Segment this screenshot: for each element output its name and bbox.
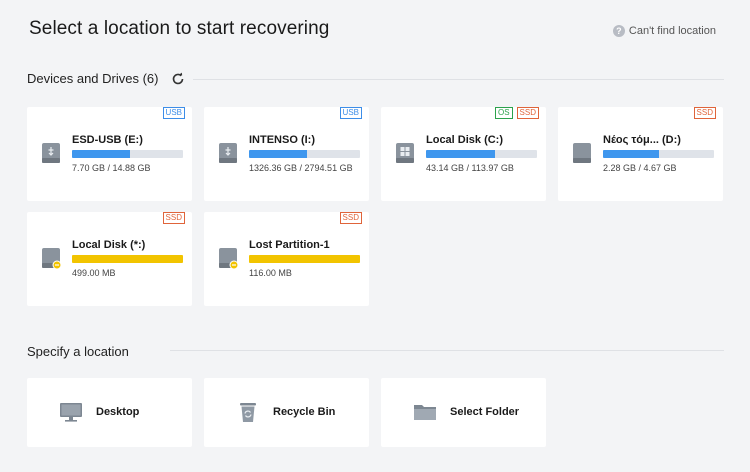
page-title: Select a location to start recovering bbox=[29, 18, 330, 39]
usb-badge: USB bbox=[162, 107, 185, 119]
specify-section-label: Specify a location bbox=[27, 344, 129, 359]
drive-badges: SSD bbox=[693, 107, 716, 119]
desktop-label: Desktop bbox=[96, 406, 140, 418]
drive-usage-fill bbox=[249, 150, 307, 158]
drive-badges: USB bbox=[162, 107, 185, 119]
usb-drive-icon bbox=[219, 143, 237, 163]
windows-drive-icon bbox=[396, 143, 414, 163]
drive-name: Νέος τόμ... (D:) bbox=[603, 134, 681, 146]
warning-drive-icon bbox=[219, 248, 239, 270]
refresh-icon[interactable] bbox=[171, 72, 185, 86]
specify-section-header: Specify a location bbox=[27, 344, 129, 359]
select-folder-location-card[interactable]: Select Folder bbox=[381, 378, 546, 447]
usb-drive-icon bbox=[42, 143, 60, 163]
ssd-badge: SSD bbox=[693, 107, 716, 119]
drive-size: 2.28 GB / 4.67 GB bbox=[603, 163, 677, 173]
drive-card[interactable]: OS SSD Local Disk (C:) 43.14 GB / 113.97… bbox=[381, 107, 546, 201]
cant-find-location-link[interactable]: ? Can't find location bbox=[612, 25, 716, 37]
drive-usage-fill bbox=[426, 150, 495, 158]
help-icon: ? bbox=[612, 25, 625, 37]
usb-badge: USB bbox=[339, 107, 362, 119]
drive-card[interactable]: SSD Local Disk (*:) 499.00 MB bbox=[27, 212, 192, 306]
drive-size: 499.00 MB bbox=[72, 268, 116, 278]
drive-usage-fill bbox=[249, 255, 360, 263]
drive-name: Local Disk (*:) bbox=[72, 239, 146, 251]
drive-size: 116.00 MB bbox=[249, 268, 292, 278]
specify-divider bbox=[170, 350, 724, 351]
drive-badges: OS SSD bbox=[494, 107, 539, 119]
drive-usage-bar bbox=[249, 255, 360, 263]
drive-badges: USB bbox=[339, 107, 362, 119]
drive-usage-bar bbox=[72, 255, 183, 263]
folder-icon bbox=[414, 405, 436, 420]
drive-usage-fill bbox=[72, 255, 183, 263]
drive-usage-fill bbox=[72, 150, 130, 158]
drive-name: Local Disk (C:) bbox=[426, 134, 504, 146]
os-badge: OS bbox=[494, 107, 513, 119]
warning-drive-icon bbox=[42, 248, 62, 270]
recycle-bin-label: Recycle Bin bbox=[273, 406, 336, 418]
drive-usage-bar bbox=[426, 150, 537, 158]
devices-section-header: Devices and Drives (6) bbox=[27, 71, 185, 86]
drive-usage-fill bbox=[603, 150, 659, 158]
drive-usage-bar bbox=[249, 150, 360, 158]
drive-card[interactable]: USB ESD-USB (E:) 7.70 GB / 14.88 GB bbox=[27, 107, 192, 201]
drive-name: INTENSO (I:) bbox=[249, 134, 315, 146]
drive-card[interactable]: SSD Νέος τόμ... (D:) 2.28 GB / 4.67 GB bbox=[558, 107, 723, 201]
drive-size: 7.70 GB / 14.88 GB bbox=[72, 163, 151, 173]
ssd-badge: SSD bbox=[516, 107, 539, 119]
hard-drive-icon bbox=[573, 143, 591, 163]
drive-card[interactable]: SSD Lost Partition-1 116.00 MB bbox=[204, 212, 369, 306]
drive-size: 43.14 GB / 113.97 GB bbox=[426, 163, 514, 173]
drive-usage-bar bbox=[603, 150, 714, 158]
devices-section-label: Devices and Drives (6) bbox=[27, 71, 159, 86]
drive-badges: SSD bbox=[162, 212, 185, 224]
recycle-bin-icon bbox=[240, 403, 256, 422]
select-folder-label: Select Folder bbox=[450, 406, 520, 418]
desktop-icon bbox=[60, 403, 82, 422]
cant-find-location-label: Can't find location bbox=[628, 25, 716, 37]
ssd-badge: SSD bbox=[162, 212, 185, 224]
drive-name: Lost Partition-1 bbox=[249, 239, 330, 251]
drive-badges: SSD bbox=[339, 212, 362, 224]
drive-name: ESD-USB (E:) bbox=[72, 134, 143, 146]
drive-card[interactable]: USB INTENSO (I:) 1326.36 GB / 2794.51 GB bbox=[204, 107, 369, 201]
drive-size: 1326.36 GB / 2794.51 GB bbox=[249, 163, 353, 173]
devices-divider bbox=[193, 79, 724, 80]
desktop-location-card[interactable]: Desktop bbox=[27, 378, 192, 447]
recycle-bin-location-card[interactable]: Recycle Bin bbox=[204, 378, 369, 447]
ssd-badge: SSD bbox=[339, 212, 362, 224]
drive-usage-bar bbox=[72, 150, 183, 158]
